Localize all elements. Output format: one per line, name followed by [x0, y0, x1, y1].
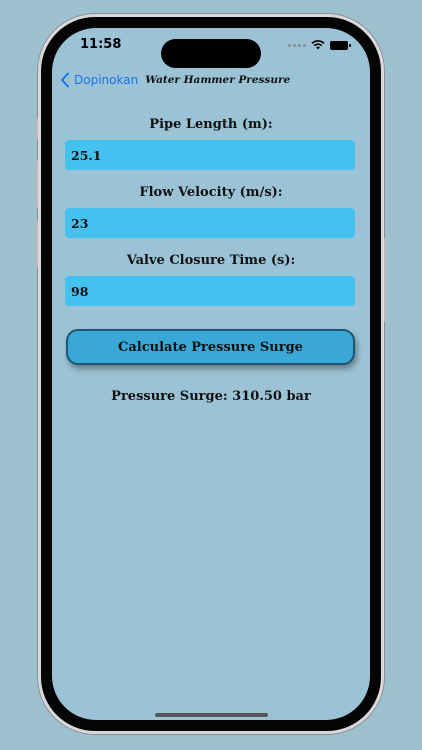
signal-dots-icon — [288, 43, 306, 47]
volume-up-button — [35, 160, 38, 208]
power-button — [384, 238, 387, 322]
pipe-length-input[interactable] — [65, 140, 355, 170]
wifi-icon — [311, 40, 325, 50]
home-indicator[interactable] — [155, 713, 268, 717]
stage: 11:58 Dopinokan Water Hammer Pressure Pi… — [0, 0, 422, 750]
pressure-surge-result: Pressure Surge: 310.50 bar — [111, 389, 311, 404]
page-title: Water Hammer Pressure — [145, 74, 291, 86]
battery-icon — [330, 40, 351, 50]
status-icons — [288, 40, 351, 50]
valve-closure-time-input[interactable] — [65, 276, 355, 306]
flow-velocity-input[interactable] — [65, 208, 355, 238]
dynamic-island — [161, 39, 261, 68]
flow-velocity-label: Flow Velocity (m/s): — [139, 185, 283, 200]
back-chevron-icon[interactable] — [60, 72, 70, 88]
volume-down-button — [35, 220, 38, 268]
navigation-bar: Dopinokan Water Hammer Pressure — [52, 70, 370, 90]
action-button — [35, 118, 38, 140]
calculate-pressure-surge-button[interactable]: Calculate Pressure Surge — [66, 329, 355, 365]
app-screen: 11:58 Dopinokan Water Hammer Pressure Pi… — [52, 28, 370, 720]
back-button[interactable]: Dopinokan — [74, 73, 138, 87]
valve-closure-time-label: Valve Closure Time (s): — [126, 253, 296, 268]
pipe-length-label: Pipe Length (m): — [149, 117, 273, 132]
status-time: 11:58 — [80, 37, 122, 52]
